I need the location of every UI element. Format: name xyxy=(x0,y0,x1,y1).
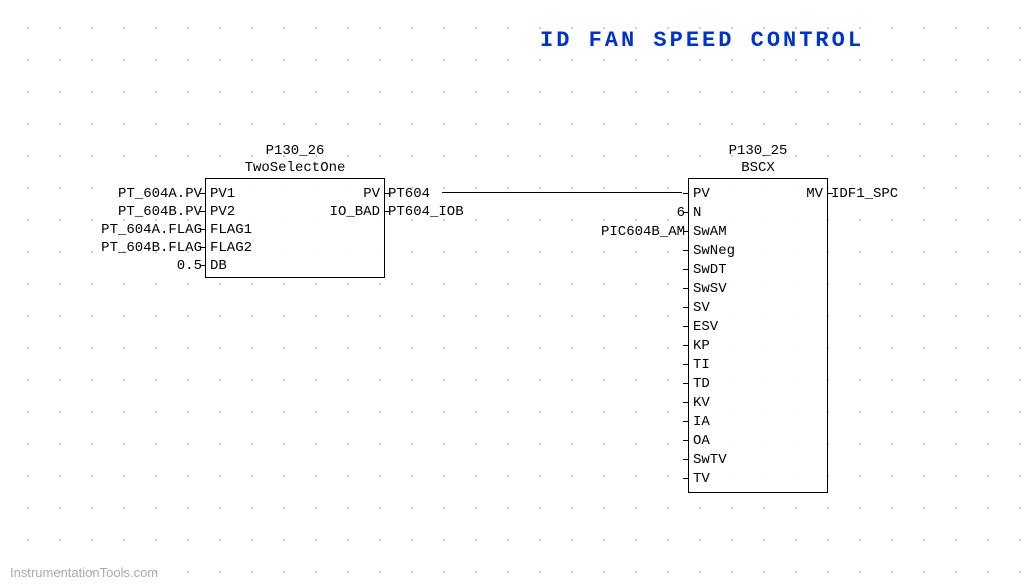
page-title: ID FAN SPEED CONTROL xyxy=(540,28,864,53)
pin-ia: IA xyxy=(693,415,710,429)
block1-type: TwoSelectOne xyxy=(206,160,384,177)
pin-swam: SwAM xyxy=(693,225,727,239)
signal-n: 6 xyxy=(677,206,689,220)
pin-ti: TI xyxy=(693,358,710,372)
pin-flag2: FLAG2 xyxy=(210,241,252,255)
signal-pv-out: PT604 xyxy=(384,187,430,201)
block1-id: P130_26 xyxy=(206,143,384,160)
pin-iobad: IO_BAD xyxy=(330,205,380,219)
pin-pv1: PV1 xyxy=(210,187,235,201)
signal-iobad: PT604_IOB xyxy=(384,205,464,219)
pin-swsv: SwSV xyxy=(693,282,727,296)
pin-swtv: SwTV xyxy=(693,453,727,467)
signal-db: 0.5 xyxy=(177,259,206,273)
pin-swdt: SwDT xyxy=(693,263,727,277)
pin-swneg: SwNeg xyxy=(693,244,735,258)
signal-flag1: PT_604A.FLAG xyxy=(101,223,206,237)
pin-mv: MV xyxy=(806,187,823,201)
wire-pt604 xyxy=(442,192,682,193)
signal-flag2: PT_604B.FLAG xyxy=(101,241,206,255)
pin-tv: TV xyxy=(693,472,710,486)
pin-pv-out: PV xyxy=(363,187,380,201)
block2-id: P130_25 xyxy=(689,143,827,160)
signal-pv1: PT_604A.PV xyxy=(118,187,206,201)
pin-oa: OA xyxy=(693,434,710,448)
pin-sv: SV xyxy=(693,301,710,315)
block1-header: P130_26 TwoSelectOne xyxy=(206,143,384,177)
watermark: InstrumentationTools.com xyxy=(10,565,158,580)
signal-mv: IDF1_SPC xyxy=(827,187,898,201)
pin-td: TD xyxy=(693,377,710,391)
block-twoselectone: P130_26 TwoSelectOne PV1 PT_604A.PV PV2 … xyxy=(205,178,385,278)
block-bscx: P130_25 BSCX PV N 6 SwAM PIC604B_AM SwNe… xyxy=(688,178,828,493)
pin-kv: KV xyxy=(693,396,710,410)
block2-header: P130_25 BSCX xyxy=(689,143,827,177)
pin-flag1: FLAG1 xyxy=(210,223,252,237)
signal-pv2: PT_604B.PV xyxy=(118,205,206,219)
signal-swam: PIC604B_AM xyxy=(601,225,689,239)
pin-bscx-pv: PV xyxy=(693,187,710,201)
dot-grid-bg xyxy=(0,0,1024,586)
pin-pv2: PV2 xyxy=(210,205,235,219)
block2-type: BSCX xyxy=(689,160,827,177)
pin-n: N xyxy=(693,206,701,220)
pin-esv: ESV xyxy=(693,320,718,334)
pin-kp: KP xyxy=(693,339,710,353)
pin-db: DB xyxy=(210,259,227,273)
